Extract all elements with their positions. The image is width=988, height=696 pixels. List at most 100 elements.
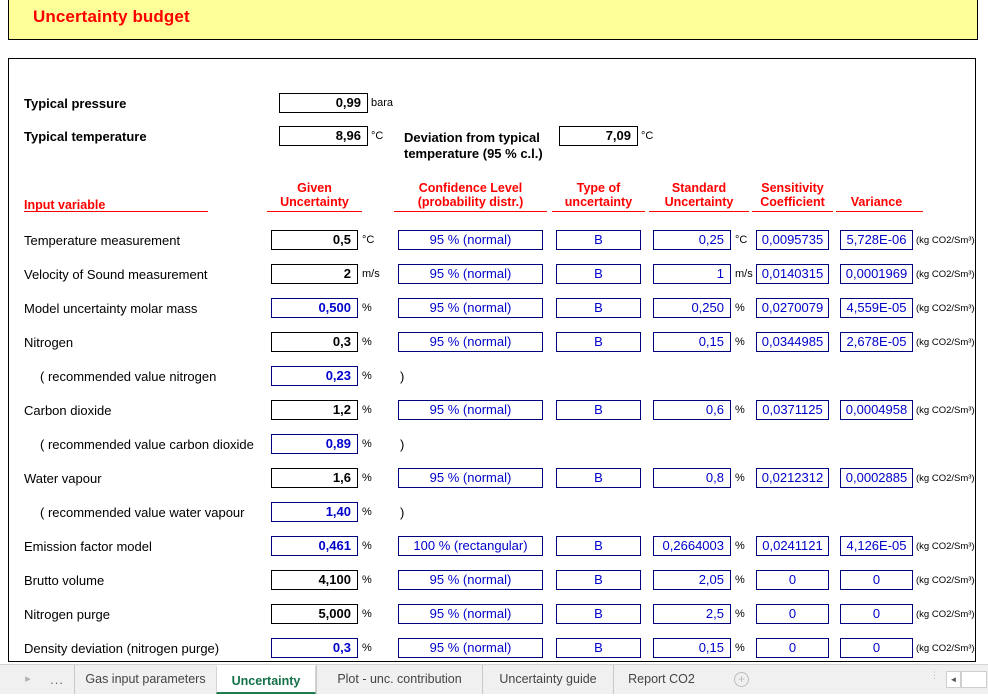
row-label: Velocity of Sound measurement bbox=[24, 267, 208, 282]
row-given-uncertainty-input[interactable]: 4,100 bbox=[271, 570, 358, 590]
column-header-standard-uncertainty-line1: Standard bbox=[671, 181, 727, 195]
deviation-label-line1: Deviation from typical bbox=[404, 130, 540, 145]
row-variance-unit: (kg CO2/Sm³)² bbox=[916, 609, 976, 620]
row-standard-unit: % bbox=[735, 574, 745, 586]
column-header-sensitivity-coefficient-line2: Coefficient bbox=[760, 195, 825, 209]
tab-nav-next-icon[interactable]: ▸ bbox=[22, 673, 34, 686]
row-given-unit: % bbox=[362, 336, 372, 348]
row-label: Water vapour bbox=[24, 471, 102, 486]
row-label: Emission factor model bbox=[24, 539, 152, 554]
row-label: Carbon dioxide bbox=[24, 403, 112, 418]
hscroll-left-button[interactable]: ◄ bbox=[946, 671, 961, 688]
row-given-uncertainty-input[interactable]: 0,500 bbox=[271, 298, 358, 318]
row-standard-unit: m/s bbox=[735, 268, 753, 280]
sheet-tab-report-co2[interactable]: Report CO2 bbox=[613, 665, 709, 694]
add-sheet-icon[interactable]: + bbox=[734, 672, 749, 687]
row-confidence-level-input[interactable]: 95 % (normal) bbox=[398, 332, 543, 352]
row-type-of-uncertainty-input[interactable]: B bbox=[556, 570, 641, 590]
row-standard-unit: % bbox=[735, 336, 745, 348]
row-given-uncertainty-input[interactable]: 0,89 bbox=[271, 434, 358, 454]
row-given-uncertainty-input[interactable]: 0,461 bbox=[271, 536, 358, 556]
row-type-of-uncertainty-input[interactable]: B bbox=[556, 400, 641, 420]
row-given-unit: % bbox=[362, 506, 372, 518]
row-label: ( recommended value water vapour bbox=[40, 505, 245, 520]
row-close-paren: ) bbox=[400, 437, 405, 452]
row-standard-unit: % bbox=[735, 472, 745, 484]
deviation-unit: °C bbox=[641, 130, 654, 142]
row-confidence-level-input[interactable]: 95 % (normal) bbox=[398, 570, 543, 590]
sheet-tab-plot-unc-contribution[interactable]: Plot - unc. contribution bbox=[316, 665, 482, 694]
row-given-uncertainty-input[interactable]: 0,3 bbox=[271, 332, 358, 352]
row-standard-uncertainty-value: 0,6 bbox=[653, 400, 731, 420]
horizontal-scrollbar[interactable] bbox=[961, 671, 987, 688]
row-standard-unit: % bbox=[735, 404, 745, 416]
row-confidence-level-input[interactable]: 95 % (normal) bbox=[398, 400, 543, 420]
row-type-of-uncertainty-input[interactable]: B bbox=[556, 332, 641, 352]
row-sensitivity-coefficient-value: 0,0344985 bbox=[756, 332, 829, 352]
row-variance-value: 5,728E-06 bbox=[840, 230, 913, 250]
row-variance-value: 2,678E-05 bbox=[840, 332, 913, 352]
row-given-unit: % bbox=[362, 370, 372, 382]
row-given-unit: % bbox=[362, 404, 372, 416]
row-given-unit: % bbox=[362, 608, 372, 620]
row-label: Brutto volume bbox=[24, 573, 105, 588]
row-given-uncertainty-input[interactable]: 5,000 bbox=[271, 604, 358, 624]
row-given-uncertainty-input[interactable]: 0,5 bbox=[271, 230, 358, 250]
row-given-uncertainty-input[interactable]: 0,23 bbox=[271, 366, 358, 386]
column-header-variance: Variance bbox=[850, 195, 903, 209]
row-type-of-uncertainty-input[interactable]: B bbox=[556, 298, 641, 318]
top-field-unit-0: bara bbox=[371, 97, 394, 109]
row-type-of-uncertainty-input[interactable]: B bbox=[556, 264, 641, 284]
row-label: Temperature measurement bbox=[24, 233, 181, 248]
row-given-unit: % bbox=[362, 302, 372, 314]
row-given-uncertainty-input[interactable]: 1,6 bbox=[271, 468, 358, 488]
page-title: Uncertainty budget bbox=[33, 7, 190, 26]
row-variance-unit: (kg CO2/Sm³)² bbox=[916, 337, 976, 348]
row-confidence-level-input[interactable]: 95 % (normal) bbox=[398, 468, 543, 488]
row-sensitivity-coefficient-value: 0,0095735 bbox=[756, 230, 829, 250]
row-type-of-uncertainty-input[interactable]: B bbox=[556, 536, 641, 556]
row-standard-uncertainty-value: 2,5 bbox=[653, 604, 731, 624]
row-type-of-uncertainty-input[interactable]: B bbox=[556, 604, 641, 624]
row-close-paren: ) bbox=[400, 369, 405, 384]
tab-resize-handle-icon[interactable]: ⋮ bbox=[930, 671, 939, 687]
sheet-tab-uncertainty-guide[interactable]: Uncertainty guide bbox=[482, 665, 613, 694]
title-banner: Uncertainty budget bbox=[8, 0, 978, 40]
sheet-tab-uncertainty[interactable]: Uncertainty bbox=[216, 665, 316, 694]
row-confidence-level-input[interactable]: 95 % (normal) bbox=[398, 230, 543, 250]
row-confidence-level-input[interactable]: 95 % (normal) bbox=[398, 604, 543, 624]
column-header-input-variable: Input variable bbox=[24, 198, 106, 212]
row-given-uncertainty-input[interactable]: 1,40 bbox=[271, 502, 358, 522]
row-given-uncertainty-input[interactable]: 1,2 bbox=[271, 400, 358, 420]
row-standard-uncertainty-value: 0,2664003 bbox=[653, 536, 731, 556]
top-field-value-0[interactable]: 0,99 bbox=[279, 93, 368, 113]
row-close-paren: ) bbox=[400, 505, 405, 520]
row-label: ( recommended value nitrogen bbox=[40, 369, 217, 384]
row-confidence-level-input[interactable]: 95 % (normal) bbox=[398, 264, 543, 284]
row-variance-value: 0,0001969 bbox=[840, 264, 913, 284]
row-label: Nitrogen bbox=[24, 335, 74, 350]
row-given-uncertainty-input[interactable]: 2 bbox=[271, 264, 358, 284]
row-given-unit: % bbox=[362, 574, 372, 586]
row-standard-unit: °C bbox=[735, 234, 748, 246]
row-given-uncertainty-input[interactable]: 0,3 bbox=[271, 638, 358, 658]
row-standard-unit: % bbox=[735, 540, 745, 552]
row-variance-unit: (kg CO2/Sm³)² bbox=[916, 235, 976, 246]
row-type-of-uncertainty-input[interactable]: B bbox=[556, 638, 641, 658]
row-standard-uncertainty-value: 0,15 bbox=[653, 332, 731, 352]
row-type-of-uncertainty-input[interactable]: B bbox=[556, 468, 641, 488]
row-confidence-level-input[interactable]: 95 % (normal) bbox=[398, 298, 543, 318]
sheet-tab-gas-input-parameters[interactable]: Gas input parameters bbox=[74, 665, 216, 694]
column-header-rule-confidence-level bbox=[394, 211, 547, 212]
tab-overflow-button[interactable]: ... bbox=[42, 665, 72, 694]
row-sensitivity-coefficient-value: 0,0212312 bbox=[756, 468, 829, 488]
row-confidence-level-input[interactable]: 100 % (rectangular) bbox=[398, 536, 543, 556]
deviation-value[interactable]: 7,09 bbox=[559, 126, 638, 146]
row-standard-uncertainty-value: 0,25 bbox=[653, 230, 731, 250]
row-standard-unit: % bbox=[735, 302, 745, 314]
row-confidence-level-input[interactable]: 95 % (normal) bbox=[398, 638, 543, 658]
row-type-of-uncertainty-input[interactable]: B bbox=[556, 230, 641, 250]
top-field-value-1[interactable]: 8,96 bbox=[279, 126, 368, 146]
row-given-unit: °C bbox=[362, 234, 375, 246]
row-variance-value: 0,0004958 bbox=[840, 400, 913, 420]
